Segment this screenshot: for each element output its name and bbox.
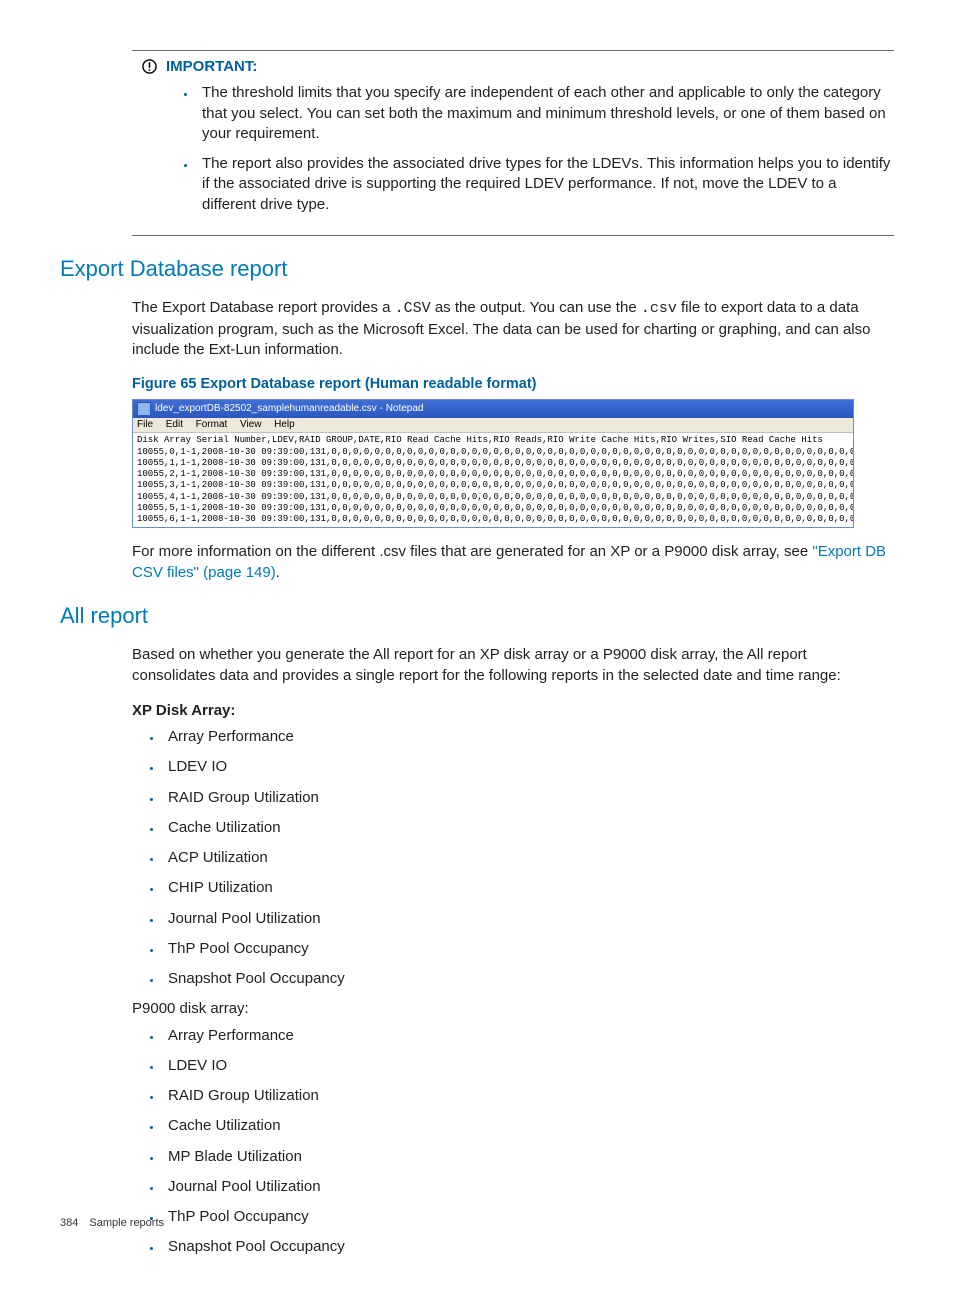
important-bullet: The threshold limits that you specify ar…	[196, 83, 894, 144]
list-item: Array Performance	[162, 1026, 894, 1046]
menu-format[interactable]: Format	[196, 419, 228, 430]
list-item: Snapshot Pool Occupancy	[162, 1237, 894, 1257]
text: For more information on the different .c…	[132, 543, 812, 560]
text: as the output. You can use the	[431, 299, 641, 316]
list-item: LDEV IO	[162, 1056, 894, 1076]
menu-edit[interactable]: Edit	[166, 419, 183, 430]
list-item: Cache Utilization	[162, 818, 894, 838]
figure-caption: Figure 65 Export Database report (Human …	[132, 375, 894, 395]
notepad-content: Disk Array Serial Number,LDEV,RAID GROUP…	[133, 433, 853, 527]
list-item: ACP Utilization	[162, 848, 894, 868]
csv-line: 10055,1,1-1,2008-10-30 09:39:00,131,0,0,…	[137, 458, 849, 469]
list-item: ThP Pool Occupancy	[162, 1207, 894, 1227]
list-item: RAID Group Utilization	[162, 788, 894, 808]
all-report-intro: Based on whether you generate the All re…	[132, 645, 894, 686]
important-label: IMPORTANT:	[166, 57, 894, 77]
menu-help[interactable]: Help	[274, 419, 295, 430]
divider-bottom	[132, 235, 894, 236]
notepad-titlebar: ldev_exportDB-82502_samplehumanreadable.…	[133, 400, 853, 418]
text: .	[276, 564, 280, 581]
more-info-paragraph: For more information on the different .c…	[132, 542, 894, 583]
list-item: Array Performance	[162, 727, 894, 747]
important-icon	[132, 57, 166, 225]
notepad-window: ldev_exportDB-82502_samplehumanreadable.…	[132, 399, 854, 529]
important-bullet: The report also provides the associated …	[196, 154, 894, 215]
code-csv-upper: .CSV	[395, 300, 431, 317]
list-item: CHIP Utilization	[162, 878, 894, 898]
notepad-icon	[137, 402, 151, 416]
list-item: RAID Group Utilization	[162, 1086, 894, 1106]
list-item: Journal Pool Utilization	[162, 909, 894, 929]
xp-list: Array Performance LDEV IO RAID Group Uti…	[162, 727, 894, 989]
heading-export-db: Export Database report	[60, 254, 894, 284]
menu-view[interactable]: View	[240, 419, 262, 430]
list-item: LDEV IO	[162, 757, 894, 777]
csv-line: 10055,5,1-1,2008-10-30 09:39:00,131,0,0,…	[137, 503, 849, 514]
text: The Export Database report provides a	[132, 299, 395, 316]
list-item: MP Blade Utilization	[162, 1147, 894, 1167]
csv-line: 10055,0,1-1,2008-10-30 09:39:00,131,0,0,…	[137, 447, 849, 458]
xp-disk-array-label: XP Disk Array:	[132, 701, 894, 721]
export-db-paragraph: The Export Database report provides a .C…	[132, 298, 894, 360]
csv-line: 10055,6,1-1,2008-10-30 09:39:00,131,0,0,…	[137, 514, 849, 525]
menu-file[interactable]: File	[137, 419, 153, 430]
p9000-list: Array Performance LDEV IO RAID Group Uti…	[162, 1026, 894, 1258]
important-block: IMPORTANT: The threshold limits that you…	[132, 57, 894, 225]
footer-section: Sample reports	[89, 1217, 164, 1229]
page-footer: 384 Sample reports	[60, 1216, 164, 1231]
important-list: The threshold limits that you specify ar…	[196, 83, 894, 215]
code-csv-lower: .csv	[641, 300, 677, 317]
p9000-label: P9000 disk array:	[132, 999, 894, 1019]
list-item: ThP Pool Occupancy	[162, 939, 894, 959]
csv-line: Disk Array Serial Number,LDEV,RAID GROUP…	[137, 435, 849, 446]
notepad-title: ldev_exportDB-82502_samplehumanreadable.…	[155, 403, 424, 416]
notepad-menu: File Edit Format View Help	[133, 418, 853, 434]
page-number: 384	[60, 1217, 78, 1229]
list-item: Snapshot Pool Occupancy	[162, 969, 894, 989]
csv-line: 10055,2,1-1,2008-10-30 09:39:00,131,0,0,…	[137, 469, 849, 480]
list-item: Journal Pool Utilization	[162, 1177, 894, 1197]
csv-line: 10055,4,1-1,2008-10-30 09:39:00,131,0,0,…	[137, 492, 849, 503]
list-item: Cache Utilization	[162, 1116, 894, 1136]
divider-top	[132, 50, 894, 51]
heading-all-report: All report	[60, 601, 894, 631]
csv-line: 10055,3,1-1,2008-10-30 09:39:00,131,0,0,…	[137, 480, 849, 491]
